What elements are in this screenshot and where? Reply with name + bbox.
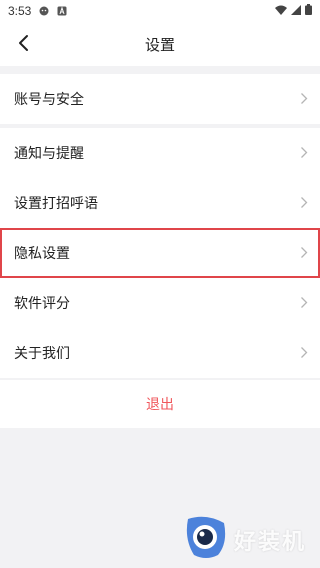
- watermark-text: 好装机: [234, 530, 307, 555]
- settings-item-greeting[interactable]: 设置打招呼语: [0, 178, 320, 228]
- back-button[interactable]: [10, 32, 36, 58]
- chevron-left-icon: [17, 34, 29, 56]
- settings-group-main: 通知与提醒 设置打招呼语 隐私设置 软件评分 关于我们: [0, 128, 320, 378]
- chevron-right-icon: [300, 196, 308, 213]
- settings-item-about[interactable]: 关于我们: [0, 328, 320, 378]
- wifi-icon: [275, 4, 287, 18]
- settings-item-privacy[interactable]: 隐私设置: [0, 228, 320, 278]
- logout-label: 退出: [146, 397, 174, 413]
- settings-item-label: 关于我们: [14, 346, 70, 362]
- settings-item-label: 隐私设置: [14, 246, 70, 262]
- chevron-right-icon: [300, 296, 308, 313]
- a-square-icon: [57, 6, 67, 16]
- battery-icon: [305, 4, 312, 18]
- cat-icon: [39, 6, 49, 16]
- status-bar: 3:53: [0, 0, 320, 22]
- settings-item-label: 设置打招呼语: [14, 196, 98, 212]
- logout-button[interactable]: 退出: [0, 380, 320, 428]
- settings-item-rating[interactable]: 软件评分: [0, 278, 320, 328]
- chevron-right-icon: [300, 146, 308, 163]
- page-title: 设置: [144, 35, 175, 54]
- settings-item-label: 通知与提醒: [14, 146, 84, 162]
- settings-item-notifications[interactable]: 通知与提醒: [0, 128, 320, 178]
- chevron-right-icon: [300, 246, 308, 263]
- settings-item-label: 账号与安全: [14, 92, 84, 108]
- settings-group-account: 账号与安全: [0, 74, 320, 124]
- settings-item-label: 软件评分: [14, 296, 70, 312]
- signal-icon: [291, 4, 301, 18]
- nav-bar: 设置: [0, 22, 320, 66]
- settings-item-account-security[interactable]: 账号与安全: [0, 74, 320, 124]
- chevron-right-icon: [300, 92, 308, 109]
- chevron-right-icon: [300, 346, 308, 363]
- watermark: 好装机: [182, 515, 306, 565]
- status-time: 3:53: [8, 4, 32, 18]
- watermark-logo-icon: [182, 515, 230, 565]
